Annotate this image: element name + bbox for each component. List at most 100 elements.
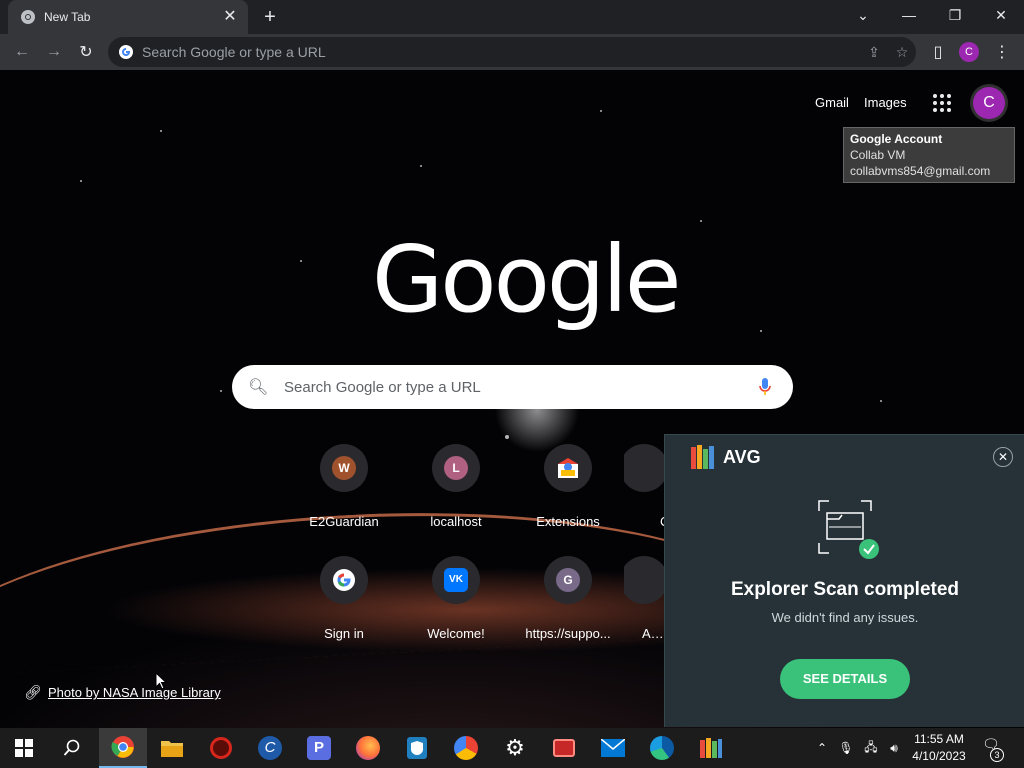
chrome-icon: [21, 10, 35, 24]
shortcut-icon: [544, 444, 592, 492]
account-avatar[interactable]: C: [973, 87, 1005, 119]
photo-credit-link[interactable]: Photo by NASA Image Library: [48, 685, 221, 700]
side-panel-icon[interactable]: ▯: [924, 38, 952, 66]
forward-button[interactable]: →: [40, 38, 68, 66]
shortcut-label: localhost: [430, 514, 482, 529]
voice-search-icon[interactable]: [745, 367, 785, 407]
mouse-cursor-icon: [155, 672, 167, 690]
avg-subtitle: We didn't find any issues.: [771, 610, 919, 625]
google-g-icon: [333, 569, 355, 591]
gmail-link[interactable]: Gmail: [815, 95, 849, 110]
taskbar-avg[interactable]: [687, 728, 735, 768]
taskbar-mail[interactable]: [589, 728, 637, 768]
restore-button[interactable]: ❐: [932, 0, 978, 30]
taskbar-shield-app[interactable]: [393, 728, 441, 768]
taskbar-chrome[interactable]: [99, 728, 147, 768]
star: [505, 435, 509, 439]
star: [760, 330, 762, 332]
shortcut-label: Extensions: [536, 514, 600, 529]
star: [300, 260, 302, 262]
shortcut-label: C: [624, 514, 664, 529]
taskbar-settings[interactable]: ⚙: [491, 728, 539, 768]
taskbar-edge[interactable]: [638, 728, 686, 768]
close-window-button[interactable]: ✕: [978, 0, 1024, 30]
photo-credit[interactable]: 🔗︎ Photo by NASA Image Library: [24, 684, 221, 701]
notification-count-badge: 3: [990, 748, 1004, 762]
minimize-button[interactable]: —: [886, 0, 932, 30]
taskbar-ccleaner[interactable]: C: [246, 728, 294, 768]
add-shortcut-partial[interactable]: Add: [624, 556, 664, 668]
extensions-icon: [558, 458, 578, 478]
share-icon[interactable]: ⇪: [860, 38, 888, 66]
avg-brand: AVG: [723, 446, 761, 467]
system-clock[interactable]: 11:55 AM 4/10/2023: [904, 731, 974, 765]
edge-icon: [650, 736, 674, 760]
taskbar-firefox[interactable]: [344, 728, 392, 768]
shortcut-icon: [320, 556, 368, 604]
p-app-icon: P: [307, 736, 331, 760]
back-button[interactable]: ←: [8, 38, 36, 66]
clock-time: 11:55 AM: [914, 732, 964, 746]
star: [700, 220, 702, 222]
avg-close-icon[interactable]: ✕: [993, 447, 1013, 467]
firefox-icon: [356, 736, 380, 760]
reload-button[interactable]: ↻: [72, 38, 100, 66]
taskbar-brave[interactable]: [442, 728, 490, 768]
account-tooltip: Google Account Collab VM collabvms854@gm…: [843, 127, 1015, 183]
vk-icon: VK: [444, 568, 468, 592]
search-button[interactable]: [48, 728, 96, 768]
tooltip-title: Google Account: [850, 132, 943, 146]
show-hidden-icons-icon[interactable]: ⌃: [812, 728, 832, 768]
shortcut-icon: W: [320, 444, 368, 492]
google-apps-icon[interactable]: [931, 92, 953, 114]
address-bar[interactable]: Search Google or type a URL ⇪ ☆: [108, 37, 916, 67]
taskbar-app-red[interactable]: [197, 728, 245, 768]
tab-new-tab[interactable]: New Tab ✕: [8, 0, 248, 34]
taskbar: C P ⚙ ⌃ 🎙︎ 🖧 🔊︎ 11:55 AM 4/10/2023 🗨︎ 3: [0, 728, 1024, 768]
recorder-app-icon: [553, 739, 575, 757]
windows-icon: [15, 739, 33, 757]
new-tab-button[interactable]: +: [258, 5, 282, 29]
google-logo: Google: [372, 226, 681, 333]
see-details-button[interactable]: SEE DETAILS: [780, 659, 910, 699]
folder-icon: [161, 741, 183, 757]
avg-title: Explorer Scan completed: [730, 579, 960, 600]
network-icon[interactable]: 🖧: [860, 728, 882, 768]
shortcut-partial[interactable]: C: [624, 444, 664, 556]
star: [220, 390, 222, 392]
star: [160, 130, 162, 132]
taskbar-recorder[interactable]: [540, 728, 588, 768]
taskbar-file-explorer[interactable]: [148, 728, 196, 768]
shortcut-icon: G: [544, 556, 592, 604]
shield-icon: [407, 737, 427, 759]
search-box[interactable]: 🔍︎ Search Google or type a URL: [232, 365, 793, 409]
star: [80, 180, 82, 182]
shortcut-extensions[interactable]: Extensions: [512, 444, 624, 556]
shortcut-sign-in[interactable]: Sign in: [288, 556, 400, 668]
shortcut-icon: VK: [432, 556, 480, 604]
shortcut-e2guardian[interactable]: W E2Guardian: [288, 444, 400, 556]
chrome-menu-icon[interactable]: ⋮: [988, 38, 1016, 66]
mail-icon: [601, 739, 625, 757]
shortcut-icon: [624, 444, 664, 492]
shortcut-label: Sign in: [324, 626, 364, 641]
clock-date: 4/10/2023: [912, 749, 966, 763]
microphone-icon[interactable]: 🎙︎: [836, 728, 856, 768]
volume-icon[interactable]: 🔊︎: [884, 728, 904, 768]
bookmark-star-icon[interactable]: ☆: [888, 38, 916, 66]
images-link[interactable]: Images: [864, 95, 907, 110]
tab-close-icon[interactable]: ✕: [220, 7, 240, 27]
shortcut-welcome[interactable]: VK Welcome!: [400, 556, 512, 668]
shortcut-label: https://suppo...: [525, 626, 611, 641]
search-input[interactable]: Search Google or type a URL: [284, 379, 745, 396]
taskbar-p-app[interactable]: P: [295, 728, 343, 768]
tab-search-icon[interactable]: ⌄: [840, 0, 886, 30]
star: [880, 400, 882, 402]
profile-avatar-button[interactable]: C: [959, 42, 979, 62]
start-button[interactable]: [0, 728, 48, 768]
shortcut-support[interactable]: G https://suppo...: [512, 556, 624, 668]
red-gear-app-icon: [210, 737, 232, 759]
settings-gear-icon: ⚙: [505, 735, 525, 760]
chrome-icon: [111, 736, 134, 758]
shortcut-localhost[interactable]: L localhost: [400, 444, 512, 556]
